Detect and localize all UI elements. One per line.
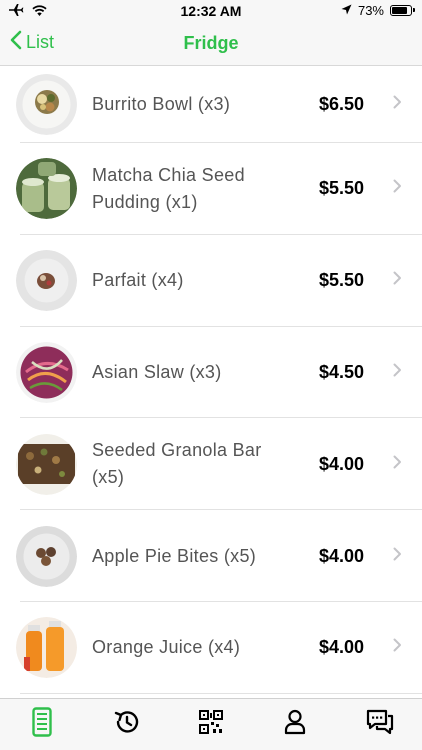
item-price: $6.50 <box>318 94 364 114</box>
item-name: Parfait (x4) <box>92 270 184 291</box>
location-arrow-icon <box>341 3 352 18</box>
chat-icon <box>366 709 394 740</box>
chevron-right-icon <box>393 95 402 114</box>
list-item[interactable]: Apple Pie Bites (x5) $4.00 <box>0 510 422 602</box>
item-thumbnail <box>16 158 77 220</box>
fridge-item-list: Burrito Bowl (x3) $6.50 Matcha Chia Seed… <box>0 66 422 698</box>
navigation-bar: List Fridge <box>0 22 422 66</box>
item-name: Apple Pie Bites (x5) <box>92 545 257 566</box>
item-name: Seeded Granola Bar (x5) <box>92 440 262 488</box>
status-right: 73% <box>341 3 415 18</box>
tab-chat[interactable] <box>338 699 422 750</box>
item-price: $4.00 <box>318 545 364 566</box>
item-thumbnail <box>16 617 77 679</box>
profile-icon <box>284 709 306 740</box>
item-price: $5.50 <box>318 178 364 199</box>
item-thumbnail <box>16 341 77 403</box>
battery-icon <box>390 5 415 16</box>
battery-percent: 73% <box>357 3 384 18</box>
tab-bar <box>0 698 422 750</box>
tab-qr-code[interactable] <box>169 699 253 750</box>
item-name: Matcha Chia Seed Pudding (x1) <box>92 164 245 212</box>
chevron-right-icon <box>393 179 402 198</box>
chevron-right-icon <box>393 547 402 566</box>
qr-code-icon <box>199 710 224 739</box>
item-thumbnail <box>16 433 77 495</box>
battery-level <box>392 7 407 14</box>
tab-history[interactable] <box>84 699 168 750</box>
list-item[interactable]: Asian Slaw (x3) $4.50 <box>0 327 422 419</box>
list-item[interactable]: Burrito Bowl (x3) $6.50 <box>0 66 422 143</box>
chevron-left-icon <box>10 30 22 55</box>
item-thumbnail <box>16 74 77 135</box>
item-thumbnail <box>16 525 77 587</box>
item-thumbnail <box>16 250 77 312</box>
list-item[interactable]: Orange Juice (x4) $4.00 <box>0 602 422 694</box>
tab-profile[interactable] <box>253 699 337 750</box>
page-title: Fridge <box>183 33 239 53</box>
back-button[interactable]: List <box>10 30 54 55</box>
item-price: $5.50 <box>318 270 364 291</box>
history-icon <box>113 708 141 741</box>
item-price: $4.50 <box>318 361 364 382</box>
chevron-right-icon <box>393 271 402 290</box>
tab-fridge[interactable] <box>0 699 84 750</box>
list-item[interactable]: Parfait (x4) $5.50 <box>0 235 422 327</box>
item-name: Burrito Bowl (x3) <box>92 94 231 114</box>
chevron-right-icon <box>393 455 402 474</box>
chevron-right-icon <box>393 638 402 657</box>
item-name: Asian Slaw (x3) <box>92 361 222 382</box>
fridge-icon <box>32 707 52 742</box>
item-price: $4.00 <box>318 637 364 658</box>
chevron-right-icon <box>393 363 402 382</box>
list-item[interactable]: Matcha Chia Seed Pudding (x1) $5.50 <box>0 143 422 235</box>
list-item[interactable]: Seeded Granola Bar (x5) $4.00 <box>0 418 422 510</box>
item-name: Orange Juice (x4) <box>92 637 241 658</box>
status-bar: 12:32 AM 73% <box>0 0 422 22</box>
back-button-label: List <box>26 32 55 52</box>
item-price: $4.00 <box>318 453 364 474</box>
